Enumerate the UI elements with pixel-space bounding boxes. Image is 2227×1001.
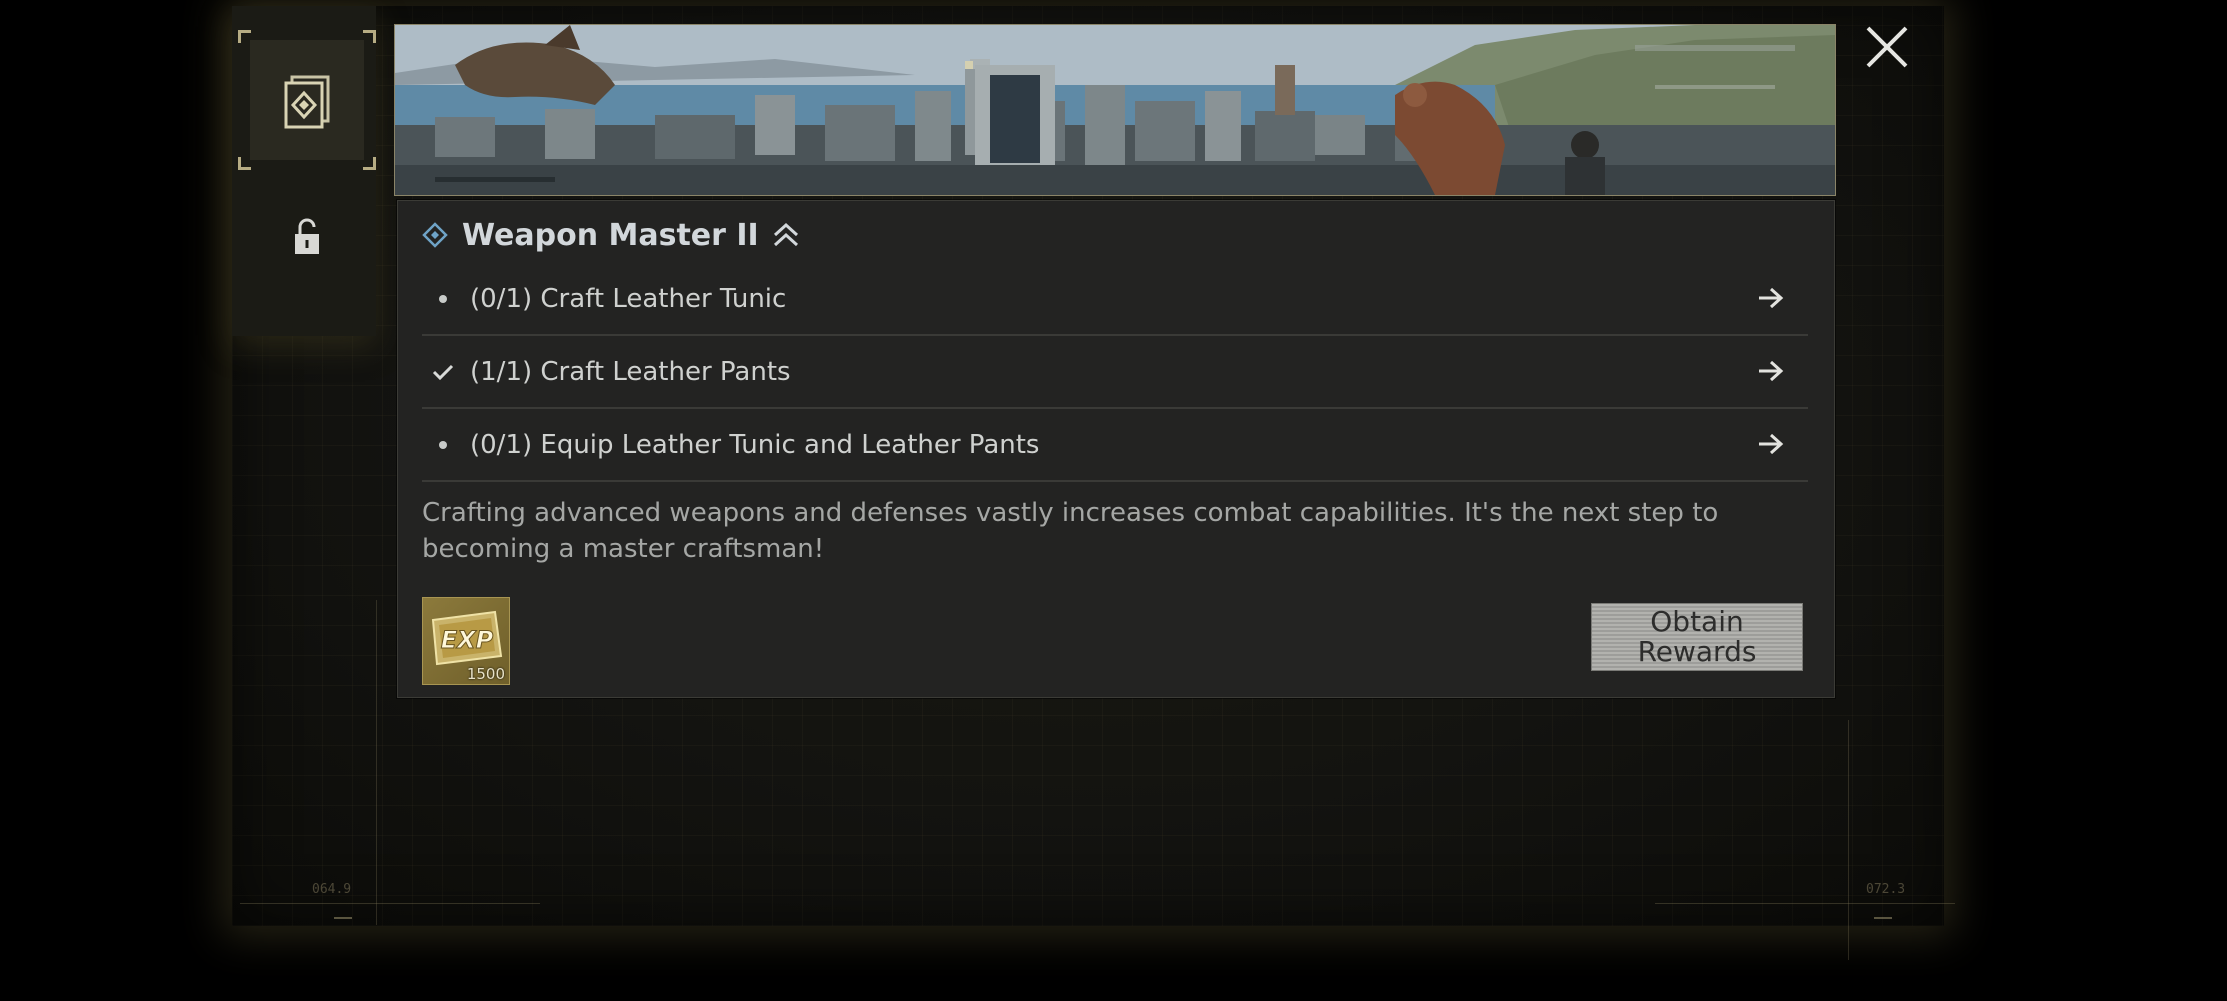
quest-title: Weapon Master II bbox=[462, 217, 759, 253]
game-screen: 064.9 072.3 Weapon Master II (0/1) Craft… bbox=[0, 0, 2227, 1001]
banner-artwork bbox=[395, 25, 1835, 195]
city-landscape-banner bbox=[394, 24, 1836, 196]
quest-description: Crafting advanced weapons and defenses v… bbox=[422, 498, 1719, 564]
document-diamond-icon bbox=[284, 75, 330, 129]
obtain-rewards-button[interactable]: Obtain Rewards bbox=[1591, 603, 1803, 671]
hud-dash-right bbox=[1874, 917, 1892, 919]
reward-label: EXP bbox=[441, 626, 494, 654]
hud-readout-left: 064.9 bbox=[312, 882, 352, 897]
quest-panel: Weapon Master II (0/1) Craft Leather Tun… bbox=[397, 200, 1835, 698]
hud-vline-right bbox=[1848, 720, 1849, 960]
double-chevron-up-icon bbox=[773, 222, 798, 247]
arrow-right-icon[interactable] bbox=[1756, 431, 1786, 457]
quest-title-row: Weapon Master II bbox=[422, 215, 801, 255]
task-text: (0/1) Craft Leather Tunic bbox=[470, 283, 787, 314]
task-list: (0/1) Craft Leather Tunic (1/1) Craft Le… bbox=[422, 263, 1808, 482]
arrow-right-icon[interactable] bbox=[1756, 358, 1786, 384]
close-icon[interactable] bbox=[1860, 20, 1914, 74]
corner-bracket bbox=[363, 157, 376, 170]
bullet-icon bbox=[428, 294, 458, 303]
task-item[interactable]: (1/1) Craft Leather Pants bbox=[422, 336, 1808, 409]
bullet-icon bbox=[428, 440, 458, 449]
corner-bracket bbox=[363, 30, 376, 43]
hud-vline-left bbox=[376, 600, 377, 925]
lock-icon[interactable] bbox=[292, 218, 322, 258]
hud-line-left bbox=[240, 903, 540, 904]
task-text: (1/1) Craft Leather Pants bbox=[470, 356, 791, 387]
obtain-rewards-label: Obtain Rewards bbox=[1637, 605, 1757, 668]
task-item[interactable]: (0/1) Equip Leather Tunic and Leather Pa… bbox=[422, 409, 1808, 482]
hud-line-right bbox=[1655, 903, 1955, 904]
diamond-icon bbox=[422, 222, 448, 248]
arrow-right-icon[interactable] bbox=[1756, 285, 1786, 311]
reward-quantity: 1500 bbox=[466, 665, 505, 683]
reward-item-exp[interactable]: EXP 1500 bbox=[422, 597, 510, 685]
hud-dash-left bbox=[334, 917, 352, 919]
task-text: (0/1) Equip Leather Tunic and Leather Pa… bbox=[470, 429, 1040, 460]
tab-quest[interactable] bbox=[238, 30, 376, 170]
hud-readout-right: 072.3 bbox=[1866, 882, 1906, 897]
task-item[interactable]: (0/1) Craft Leather Tunic bbox=[422, 263, 1808, 336]
check-icon bbox=[428, 363, 458, 381]
